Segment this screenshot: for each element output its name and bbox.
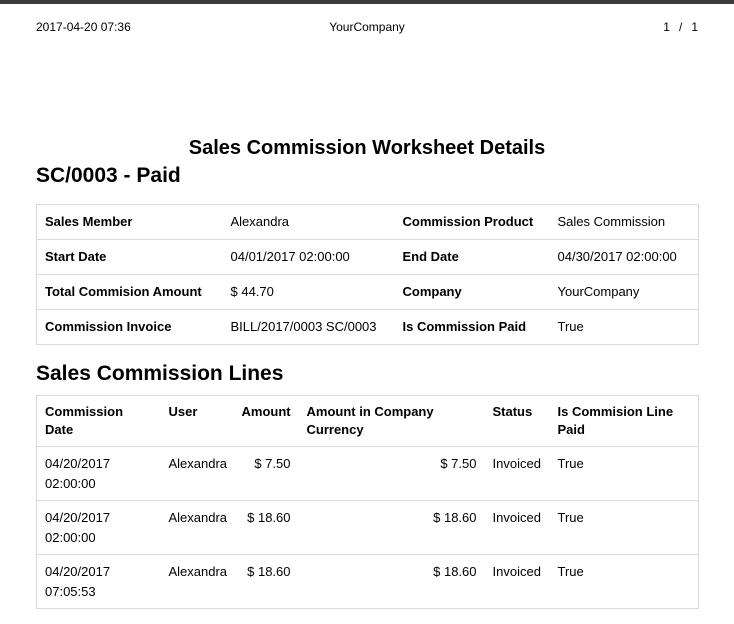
col-header-user: User xyxy=(161,396,234,447)
line-paid-cell: True xyxy=(550,501,699,555)
header-page-number: 1 / 1 xyxy=(477,20,698,34)
page-number-current: 1 xyxy=(663,20,670,34)
summary-label: Commission Product xyxy=(395,205,550,240)
summary-row: Start Date 04/01/2017 02:00:00 End Date … xyxy=(37,240,699,275)
line-amount-company-cell: $ 18.60 xyxy=(299,555,485,609)
page-number-separator: / xyxy=(679,20,682,34)
line-paid-cell: True xyxy=(550,447,699,501)
summary-value: True xyxy=(550,310,699,345)
line-paid-cell: True xyxy=(550,555,699,609)
header-company-name: YourCompany xyxy=(257,20,478,34)
summary-label: Commission Invoice xyxy=(37,310,223,345)
summary-label: Total Commision Amount xyxy=(37,275,223,310)
line-amount-cell: $ 18.60 xyxy=(234,501,299,555)
line-amount-cell: $ 7.50 xyxy=(234,447,299,501)
report-subtitle: SC/0003 - Paid xyxy=(36,163,698,189)
line-user-cell: Alexandra xyxy=(161,501,234,555)
page-header: 2017-04-20 07:36 YourCompany 1 / 1 xyxy=(36,20,698,34)
lines-header-row: Commission Date User Amount Amount in Co… xyxy=(37,396,699,447)
line-amount-company-cell: $ 18.60 xyxy=(299,501,485,555)
lines-section-heading: Sales Commission Lines xyxy=(36,361,698,387)
summary-value: 04/01/2017 02:00:00 xyxy=(223,240,395,275)
summary-label: Start Date xyxy=(37,240,223,275)
line-user-cell: Alexandra xyxy=(161,447,234,501)
commission-line-row: 04/20/2017 07:05:53 Alexandra $ 18.60 $ … xyxy=(37,555,699,609)
line-status-cell: Invoiced xyxy=(485,555,550,609)
commission-line-row: 04/20/2017 02:00:00 Alexandra $ 7.50 $ 7… xyxy=(37,447,699,501)
commission-lines-table: Commission Date User Amount Amount in Co… xyxy=(36,395,699,609)
commission-line-row: 04/20/2017 02:00:00 Alexandra $ 18.60 $ … xyxy=(37,501,699,555)
summary-label: Company xyxy=(395,275,550,310)
line-amount-company-cell: $ 7.50 xyxy=(299,447,485,501)
viewer-top-bar xyxy=(0,0,734,4)
line-status-cell: Invoiced xyxy=(485,501,550,555)
summary-label: Is Commission Paid xyxy=(395,310,550,345)
summary-row: Sales Member Alexandra Commission Produc… xyxy=(37,205,699,240)
summary-value: BILL/2017/0003 SC/0003 xyxy=(223,310,395,345)
col-header-is-commision-line-paid: Is Commision Line Paid xyxy=(550,396,699,447)
line-status-cell: Invoiced xyxy=(485,447,550,501)
col-header-status: Status xyxy=(485,396,550,447)
summary-value: $ 44.70 xyxy=(223,275,395,310)
page-number-total: 1 xyxy=(691,20,698,34)
summary-row: Total Commision Amount $ 44.70 Company Y… xyxy=(37,275,699,310)
col-header-amount-company-currency: Amount in Company Currency xyxy=(299,396,485,447)
report-page: 2017-04-20 07:36 YourCompany 1 / 1 Sales… xyxy=(0,20,734,609)
report-title: Sales Commission Worksheet Details xyxy=(36,136,698,160)
line-amount-cell: $ 18.60 xyxy=(234,555,299,609)
summary-value: Alexandra xyxy=(223,205,395,240)
col-header-commission-date: Commission Date xyxy=(37,396,161,447)
header-datetime: 2017-04-20 07:36 xyxy=(36,20,257,34)
summary-label: Sales Member xyxy=(37,205,223,240)
summary-label: End Date xyxy=(395,240,550,275)
summary-row: Commission Invoice BILL/2017/0003 SC/000… xyxy=(37,310,699,345)
summary-value: YourCompany xyxy=(550,275,699,310)
line-date-cell: 04/20/2017 02:00:00 xyxy=(37,447,161,501)
summary-value: 04/30/2017 02:00:00 xyxy=(550,240,699,275)
commission-summary-table: Sales Member Alexandra Commission Produc… xyxy=(36,204,699,345)
col-header-amount: Amount xyxy=(234,396,299,447)
line-user-cell: Alexandra xyxy=(161,555,234,609)
summary-value: Sales Commission xyxy=(550,205,699,240)
line-date-cell: 04/20/2017 02:00:00 xyxy=(37,501,161,555)
line-date-cell: 04/20/2017 07:05:53 xyxy=(37,555,161,609)
